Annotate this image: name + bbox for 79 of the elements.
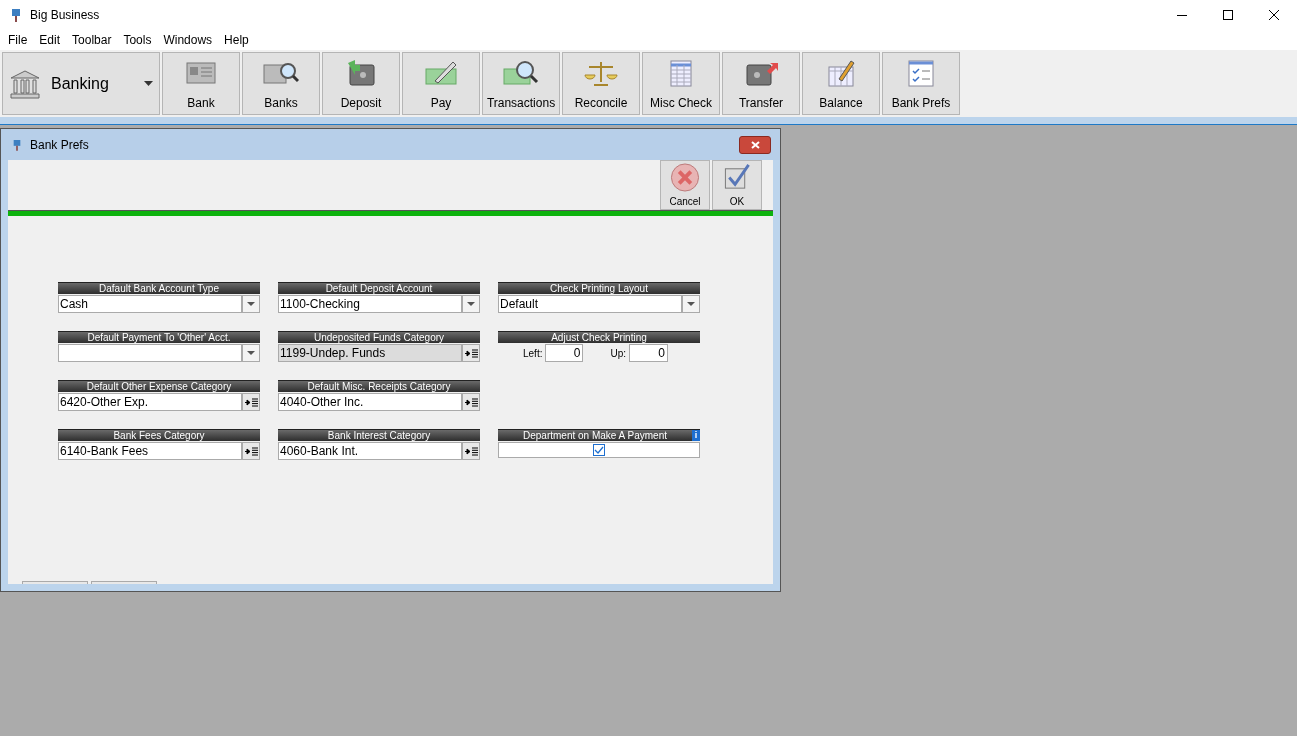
field-caption: Left: — [523, 346, 543, 361]
field-label: Check Printing Layout — [498, 282, 700, 294]
menu-item[interactable]: File — [2, 31, 34, 49]
arrow-list-icon — [464, 348, 478, 358]
field-label: Department on Make A Payment — [522, 430, 668, 441]
bank-building-icon — [9, 68, 41, 99]
dropdown-field[interactable]: Cash — [58, 295, 242, 313]
menu-item[interactable]: Windows — [157, 31, 219, 49]
pen-check-icon — [423, 59, 459, 87]
lookup-button[interactable] — [462, 344, 480, 362]
arrow-list-icon — [464, 397, 478, 407]
arrow-list-icon — [464, 446, 478, 456]
lookup-field[interactable]: 6420-Other Exp. — [58, 393, 242, 411]
magnifier-check-icon — [503, 59, 539, 87]
dropdown-field[interactable]: 1100-Checking — [278, 295, 462, 313]
menu-item[interactable]: Help — [218, 31, 255, 49]
arrow-list-icon — [244, 446, 258, 456]
dropdown-button[interactable] — [462, 295, 480, 313]
document-card-icon — [183, 59, 219, 87]
cancel-button[interactable]: Cancel — [660, 160, 710, 210]
lookup-field[interactable]: 6140-Bank Fees — [58, 442, 242, 460]
dropdown-button[interactable] — [682, 295, 700, 313]
close-button[interactable] — [739, 135, 771, 154]
lookup-button[interactable] — [462, 442, 480, 460]
menu-item[interactable]: Edit — [33, 31, 67, 49]
number-field[interactable]: 0 — [629, 344, 669, 362]
field-label: Default Deposit Account — [278, 282, 480, 294]
field-label: Undeposited Funds Category — [278, 331, 480, 343]
number-field[interactable]: 0 — [545, 344, 584, 362]
toolbar-button[interactable]: Balance — [802, 52, 880, 115]
lookup-button[interactable] — [242, 393, 260, 411]
toolbar-button[interactable]: Deposit — [322, 52, 400, 115]
close-icon — [750, 140, 760, 149]
maximize-icon — [1223, 10, 1233, 20]
lookup-field[interactable]: 4040-Other Inc. — [278, 393, 462, 411]
dialog-title: Bank Prefs — [30, 136, 89, 154]
scales-icon — [583, 59, 619, 87]
toolbar-button[interactable]: Transactions — [482, 52, 560, 115]
lookup-button[interactable] — [462, 393, 480, 411]
toolbar-button[interactable]: Bank — [162, 52, 240, 115]
menu-item[interactable]: Tools — [117, 31, 158, 49]
dropdown-caret-icon — [247, 351, 255, 355]
toolbar-button[interactable]: Bank Prefs — [882, 52, 960, 115]
field-label: Adjust Check Printing — [498, 331, 700, 343]
toolbar-button[interactable]: Banks — [242, 52, 320, 115]
field-label: Default Payment To 'Other' Acct. — [58, 331, 260, 343]
ok-button[interactable]: OK — [712, 160, 762, 210]
module-label: Banking — [51, 73, 109, 94]
field-label: Dafault Bank Account Type — [58, 282, 260, 294]
lookup-field[interactable]: 4060-Bank Int. — [278, 442, 462, 460]
field-label: Default Other Expense Category — [58, 380, 260, 392]
toolbar-button[interactable]: Transfer — [722, 52, 800, 115]
app-icon — [12, 137, 22, 152]
dropdown-caret-icon — [247, 302, 255, 306]
dropdown-field[interactable] — [58, 344, 242, 362]
app-icon — [10, 7, 22, 23]
field-caption: Up: — [610, 346, 627, 361]
module-selector[interactable]: Banking — [2, 52, 160, 115]
dropdown-button[interactable] — [242, 344, 260, 362]
cancel-icon — [669, 163, 701, 192]
field-label: Default Misc. Receipts Category — [278, 380, 480, 392]
dropdown-field[interactable]: Default — [498, 295, 682, 313]
checkbox[interactable] — [593, 444, 605, 456]
dropdown-button[interactable] — [242, 295, 260, 313]
dropdown-caret-icon — [144, 81, 153, 86]
window-title: Big Business — [30, 7, 100, 24]
field-label: Bank Fees Category — [58, 429, 260, 441]
dropdown-caret-icon — [467, 302, 475, 306]
dropdown-caret-icon — [687, 302, 695, 306]
menu-item[interactable]: Toolbar — [66, 31, 118, 49]
toolbar-button[interactable]: Pay — [402, 52, 480, 115]
minimize-icon — [1177, 14, 1187, 16]
arrow-list-icon — [244, 397, 258, 407]
field-label: Bank Interest Category — [278, 429, 480, 441]
toolbar-button[interactable]: Misc Check — [642, 52, 720, 115]
info-badge[interactable]: i — [692, 430, 700, 441]
toolbar-button[interactable]: Reconcile — [562, 52, 640, 115]
lookup-button[interactable] — [242, 442, 260, 460]
close-icon — [1269, 10, 1279, 20]
